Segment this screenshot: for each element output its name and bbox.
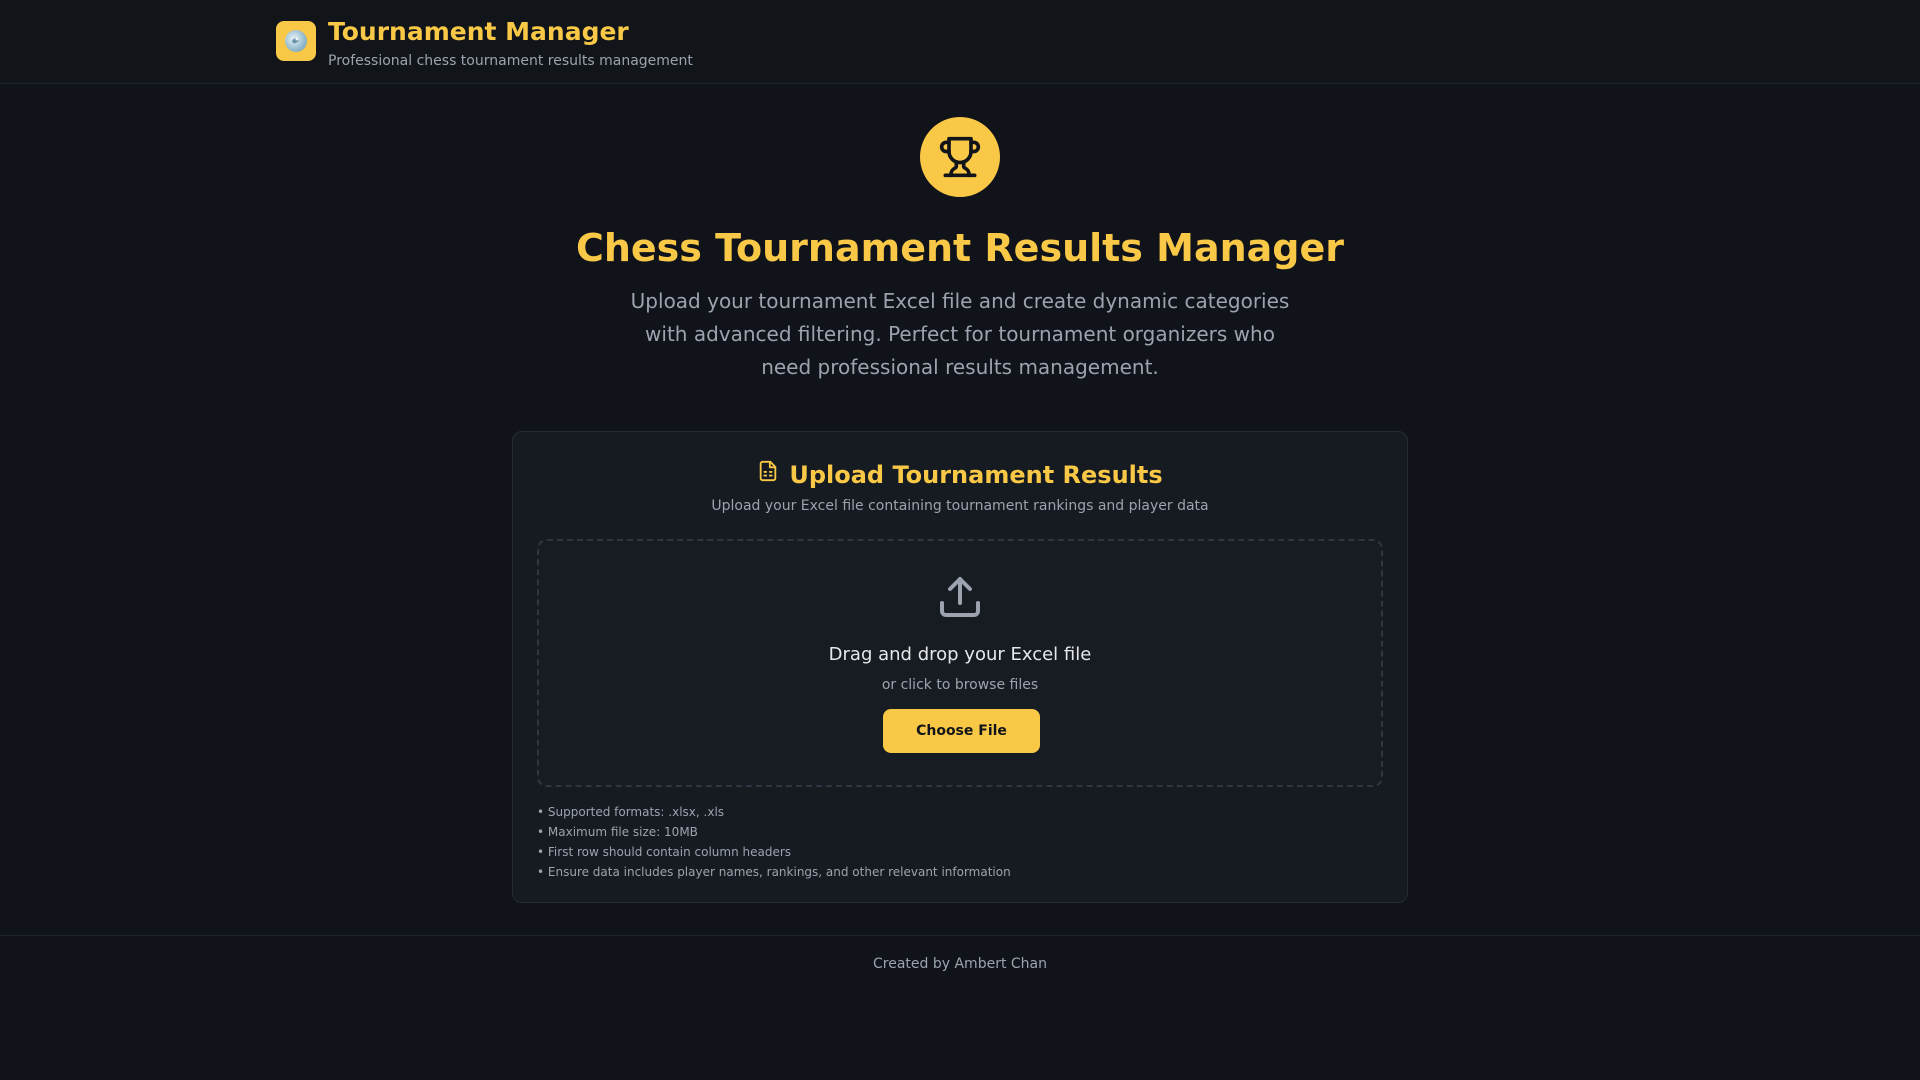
page-footer: Created by Ambert Chan	[0, 935, 1920, 1080]
upload-card-title: Upload Tournament Results	[513, 458, 1407, 492]
file-spreadsheet-icon	[757, 458, 789, 492]
trophy-icon	[920, 117, 1000, 197]
dropzone-title: Drag and drop your Excel file	[828, 644, 1092, 665]
footer-credit: Created by Ambert Chan	[873, 956, 1047, 972]
upload-card: Upload Tournament Results Upload your Ex…	[512, 431, 1408, 903]
upload-requirements-list: • Supported formats: .xlsx, .xls • Maxim…	[537, 802, 1011, 882]
dropzone-subtitle: or click to browse files	[881, 677, 1039, 693]
upload-card-title-text: Upload Tournament Results	[789, 461, 1163, 489]
list-item: • Supported formats: .xlsx, .xls	[537, 805, 725, 819]
file-dropzone[interactable]: Drag and drop your Excel file or click t…	[537, 539, 1383, 787]
app-title: Tournament Manager	[328, 17, 629, 46]
page-title: Chess Tournament Results Manager	[575, 226, 1345, 270]
upload-icon	[936, 573, 984, 621]
upload-card-subtitle: Upload your Excel file containing tourna…	[711, 498, 1209, 514]
list-item: • First row should contain column header…	[537, 845, 792, 859]
chess-globe-icon	[276, 21, 316, 61]
app-subtitle: Professional chess tournament results ma…	[328, 53, 693, 69]
app-header: Tournament Manager Professional chess to…	[0, 0, 1920, 84]
list-item: • Maximum file size: 10MB	[537, 825, 698, 839]
choose-file-button[interactable]: Choose File	[883, 709, 1040, 753]
brand[interactable]: Tournament Manager Professional chess to…	[276, 17, 693, 71]
list-item: • Ensure data includes player names, ran…	[537, 865, 1011, 879]
page-description: Upload your tournament Excel file and cr…	[630, 289, 1290, 379]
